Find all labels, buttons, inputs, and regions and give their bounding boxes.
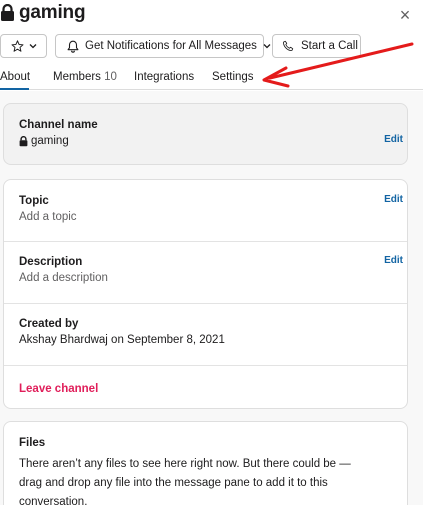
files-section: Files There aren’t any files to see here… — [4, 422, 407, 505]
files-card: Files There aren’t any files to see here… — [3, 421, 408, 505]
start-call-label: Start a Call — [301, 40, 358, 52]
close-icon: × — [399, 4, 411, 25]
tab-about[interactable]: About — [0, 71, 31, 90]
channel-header: gaming × — [0, 0, 423, 30]
tab-about-label: About — [0, 71, 31, 83]
edit-channel-name-link[interactable]: Edit — [384, 134, 403, 145]
created-by-section: Created by Akshay Bhardwaj on September … — [4, 303, 407, 365]
channel-title: gaming — [0, 2, 86, 24]
created-by-title: Created by — [19, 318, 79, 330]
chevron-down-icon — [263, 44, 271, 49]
description-section[interactable]: Description Add a description Edit — [4, 241, 407, 303]
notifications-label: Get Notifications for All Messages — [85, 40, 257, 52]
close-button[interactable]: × — [395, 5, 415, 25]
bell-icon — [67, 40, 79, 53]
channel-name-card[interactable]: Channel name gaming Edit — [3, 103, 408, 165]
description-title: Description — [19, 256, 83, 268]
tab-integrations[interactable]: Integrations — [134, 71, 194, 83]
tab-settings[interactable]: Settings — [212, 71, 254, 83]
files-empty-text: There aren’t any files to see here right… — [19, 458, 351, 505]
about-panel: Channel name gaming Edit Topic Add a top… — [0, 91, 423, 505]
leave-section: Leave channel — [4, 365, 407, 397]
topic-title: Topic — [19, 195, 49, 207]
edit-topic-link[interactable]: Edit — [384, 194, 403, 205]
tab-members-label: Members — [53, 71, 101, 83]
channel-tabs: About Members 10 Integrations Settings — [0, 66, 423, 90]
members-count: 10 — [104, 71, 117, 83]
lock-icon — [1, 4, 14, 21]
files-title: Files — [19, 437, 46, 449]
channel-name-title: Channel name — [19, 119, 98, 131]
notifications-button[interactable]: Get Notifications for All Messages — [55, 34, 271, 58]
channel-title-text: gaming — [19, 2, 86, 23]
channel-name-section: Channel name gaming Edit — [4, 104, 407, 147]
channel-actions: Get Notifications for All Messages Start… — [0, 34, 361, 58]
star-button[interactable] — [0, 34, 47, 58]
active-tab-indicator — [0, 88, 29, 90]
phone-icon — [283, 40, 294, 51]
topic-value: Add a topic — [19, 211, 77, 223]
created-by-value: Akshay Bhardwaj on September 8, 2021 — [19, 334, 225, 346]
channel-name-text: gaming — [31, 135, 69, 147]
tab-settings-label: Settings — [212, 71, 254, 83]
lock-icon — [19, 135, 28, 146]
star-icon — [11, 40, 24, 52]
tab-integrations-label: Integrations — [134, 71, 195, 83]
edit-description-link[interactable]: Edit — [384, 255, 403, 266]
chevron-down-icon — [29, 44, 36, 49]
description-value: Add a description — [19, 272, 108, 284]
topic-section[interactable]: Topic Add a topic Edit — [4, 180, 407, 241]
start-call-button[interactable]: Start a Call — [272, 34, 361, 58]
channel-name-value: gaming — [19, 135, 392, 147]
leave-channel-link[interactable]: Leave channel — [19, 383, 98, 395]
channel-details-card: Topic Add a topic Edit Description Add a… — [3, 179, 408, 409]
tab-members[interactable]: Members 10 — [53, 71, 117, 83]
